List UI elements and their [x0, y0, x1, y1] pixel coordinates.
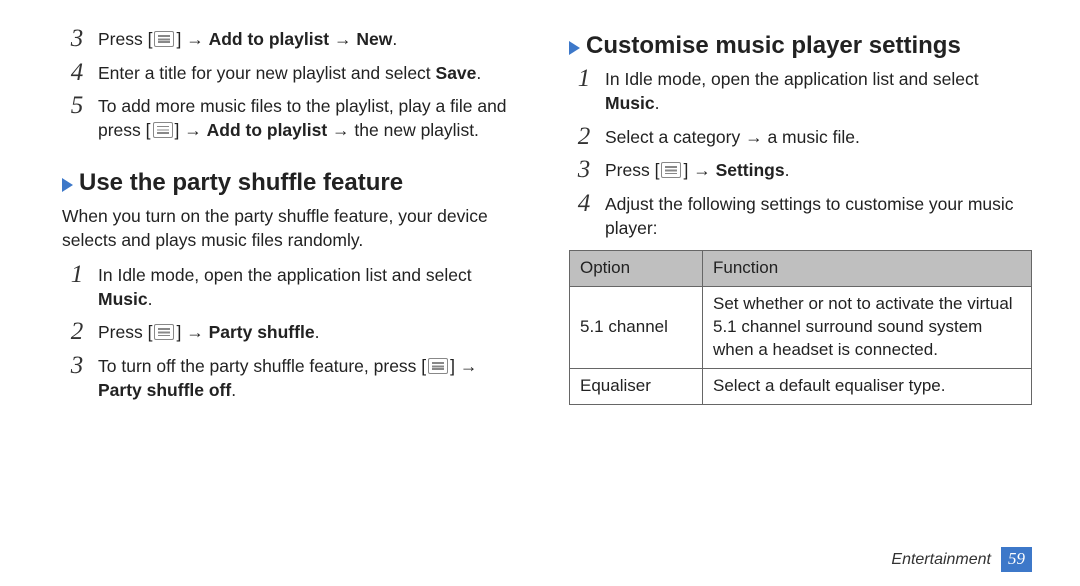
step: 3 To turn off the party shuffle feature, … — [68, 355, 525, 402]
step-number: 2 — [68, 319, 86, 345]
step-number: 4 — [68, 60, 86, 86]
menu-icon — [154, 31, 174, 47]
left-column: 3 Press [] → Add to playlist → New. 4 Enter… — [62, 24, 525, 586]
steps-add-playlist: 3 Press [] → Add to playlist → New. 4 Enter… — [62, 28, 525, 143]
step-number: 1 — [575, 66, 593, 115]
step: 4 Adjust the following settings to custom… — [575, 193, 1032, 240]
heading-text: Use the party shuffle feature — [79, 167, 403, 199]
steps-customise: 1 In Idle mode, open the application list… — [569, 68, 1032, 240]
chevron-icon — [62, 178, 73, 192]
step: 2 Press [] → Party shuffle. — [68, 321, 525, 345]
heading-customise-settings: Customise music player settings — [569, 30, 1032, 62]
step: 3 Press [] → Settings. — [575, 159, 1032, 183]
step-body: Press [] → Settings. — [605, 159, 1032, 183]
step-body: To turn off the party shuffle feature, p… — [98, 355, 525, 402]
heading-text: Customise music player settings — [586, 30, 961, 62]
step-number: 4 — [575, 191, 593, 240]
steps-party-shuffle: 1 In Idle mode, open the application list… — [62, 264, 525, 402]
menu-icon — [154, 324, 174, 340]
step-number: 3 — [68, 353, 86, 402]
step-body: In Idle mode, open the application list … — [605, 68, 1032, 115]
step: 1 In Idle mode, open the application list… — [68, 264, 525, 311]
step-number: 5 — [68, 93, 86, 142]
party-shuffle-intro: When you turn on the party shuffle featu… — [62, 205, 525, 252]
footer-page-number: 59 — [1001, 547, 1032, 572]
step-body: In Idle mode, open the application list … — [98, 264, 525, 311]
step-body: Adjust the following settings to customi… — [605, 193, 1032, 240]
step: 3 Press [] → Add to playlist → New. — [68, 28, 525, 52]
step-number: 2 — [575, 124, 593, 150]
table-row: EqualiserSelect a default equaliser type… — [570, 368, 1032, 404]
function-cell: Set whether or not to activate the virtu… — [703, 287, 1032, 369]
menu-icon — [661, 162, 681, 178]
step-number: 1 — [68, 262, 86, 311]
table-row: 5.1 channelSet whether or not to activat… — [570, 287, 1032, 369]
footer-section: Entertainment — [891, 549, 991, 571]
option-cell: 5.1 channel — [570, 287, 703, 369]
step-body: Enter a title for your new playlist and … — [98, 62, 525, 86]
manual-page: 3 Press [] → Add to playlist → New. 4 Enter… — [0, 0, 1080, 586]
step-body: To add more music files to the playlist,… — [98, 95, 525, 142]
table-header-function: Function — [703, 251, 1032, 287]
step-number: 3 — [68, 26, 86, 52]
right-column: Customise music player settings 1 In Idle… — [569, 24, 1032, 586]
step: 2 Select a category → a music file. — [575, 126, 1032, 150]
step-number: 3 — [575, 157, 593, 183]
step: 1 In Idle mode, open the application list… — [575, 68, 1032, 115]
step-body: Press [] → Add to playlist → New. — [98, 28, 525, 52]
function-cell: Select a default equaliser type. — [703, 368, 1032, 404]
menu-icon — [153, 122, 173, 138]
page-footer: Entertainment 59 — [891, 547, 1032, 572]
step: 4 Enter a title for your new playlist and… — [68, 62, 525, 86]
chevron-icon — [569, 41, 580, 55]
step: 5 To add more music files to the playlist… — [68, 95, 525, 142]
option-cell: Equaliser — [570, 368, 703, 404]
step-body: Press [] → Party shuffle. — [98, 321, 525, 345]
table-header-option: Option — [570, 251, 703, 287]
step-body: Select a category → a music file. — [605, 126, 1032, 150]
settings-table: Option Function 5.1 channelSet whether o… — [569, 250, 1032, 405]
heading-party-shuffle: Use the party shuffle feature — [62, 167, 525, 199]
menu-icon — [428, 358, 448, 374]
